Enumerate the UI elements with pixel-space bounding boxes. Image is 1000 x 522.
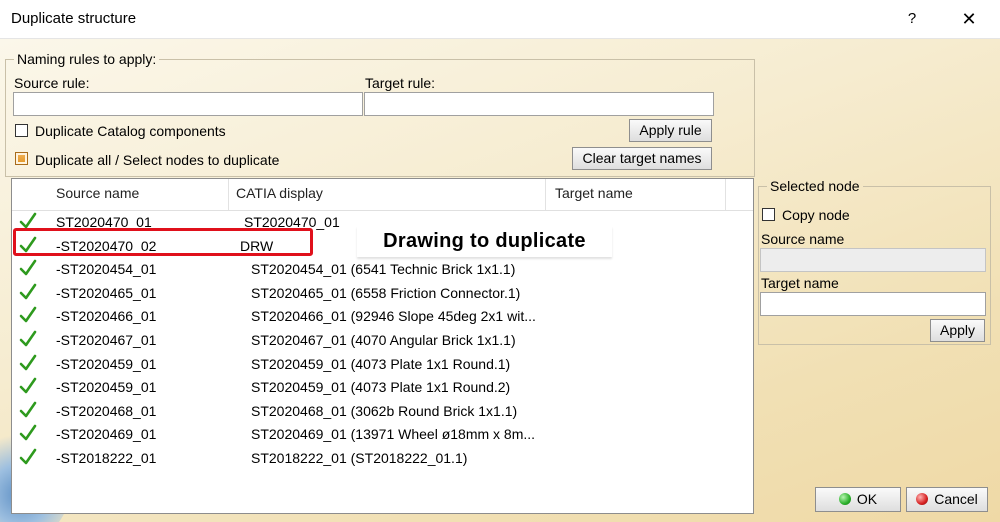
selected-source-name-label: Source name [761,231,845,247]
column-divider[interactable] [545,179,546,210]
catia-display-cell: ST2020454_01 (6541 Technic Brick 1x1.1) [251,261,516,278]
target-rule-label: Target rule: [365,75,436,91]
check-icon [19,283,37,300]
source-name-cell: -ST2020459_01 [56,355,157,372]
duplicate-catalog-label: Duplicate Catalog components [35,123,226,139]
table-row[interactable]: -ST2020459_01 ST2020459_01 (4073 Plate 1x… [12,353,753,377]
apply-rule-button[interactable]: Apply rule [629,119,712,142]
check-icon [19,401,37,418]
naming-rules-legend: Naming rules to apply: [17,51,157,67]
source-name-cell: -ST2020467_01 [56,332,157,348]
catia-display-cell: ST2020466_01 (92946 Slope 45deg 2x1 wit.… [251,308,536,325]
table-row[interactable]: -ST2020468_01 ST2020468_01 (3062b Round B… [12,400,753,424]
check-icon [19,354,37,370]
copy-node-checkbox[interactable] [762,208,775,221]
red-dot-icon [916,493,929,505]
apply-node-button[interactable]: Apply [930,319,985,342]
selected-target-name-label: Target name [761,275,839,291]
source-name-cell: -ST2020469_01 [56,426,157,443]
check-icon [19,330,37,347]
catia-display-cell: ST2020467_01 (4070 Angular Brick 1x1.1) [251,332,516,348]
table-row[interactable]: -ST2020454_01 ST2020454_01 (6541 Technic … [12,258,753,282]
duplicate-all-checkbox[interactable] [15,152,28,165]
table-row[interactable]: -ST2020469_01 ST2020469_01 (13971 Wheel ø… [12,423,753,447]
target-rule-input[interactable] [364,92,714,116]
table-row[interactable]: -ST2020465_01 ST2020465_01 (6558 Friction… [12,282,753,306]
source-name-cell: -ST2020465_01 [56,284,157,301]
source-name-cell: -ST2020466_01 [56,308,157,325]
selected-target-name-input[interactable] [760,292,986,316]
copy-node-label: Copy node [782,207,850,223]
catia-display-cell: ST2020465_01 (6558 Friction Connector.1) [251,284,521,301]
catia-display-cell: ST2018222_01 (ST2018222_01.1) [251,450,468,466]
cancel-button[interactable]: Cancel [906,487,988,512]
check-icon [19,377,37,394]
ok-button[interactable]: OK [815,487,901,512]
window-title: Duplicate structure [11,10,137,27]
source-rule-input[interactable] [13,92,363,116]
selected-node-legend: Selected node [770,178,860,194]
green-dot-icon [838,493,851,505]
cancel-label: Cancel [934,491,978,507]
list-header: Source name CATIA display Target name [12,179,753,211]
duplicate-all-label: Duplicate all / Select nodes to duplicat… [35,152,280,168]
dialog-body: Naming rules to apply: Source rule: Targ… [0,39,1000,522]
catia-display-cell: ST2020459_01 (4073 Plate 1x1 Round.1) [251,355,511,372]
column-target-name[interactable]: Target name [555,185,633,201]
source-name-cell: -ST2020454_01 [56,261,157,278]
column-catia-display[interactable]: CATIA display [236,185,323,201]
catia-display-cell: ST2020469_01 (13971 Wheel ø18mm x 8m... [251,426,536,443]
catia-display-cell: ST2020459_01 (4073 Plate 1x1 Round.2) [251,379,511,396]
annotation-callout: Drawing to duplicate [357,226,612,257]
drw-highlight-box [13,228,313,256]
source-name-cell: -ST2020459_01 [56,379,157,396]
source-name-cell: -ST2018222_01 [56,450,157,466]
catia-display-cell: ST2020468_01 (3062b Round Brick 1x1.1) [251,402,518,419]
table-row[interactable]: -ST2020466_01 ST2020466_01 (92946 Slope 4… [12,305,753,329]
check-icon [19,307,37,323]
source-rule-label: Source rule: [14,75,90,91]
ok-label: OK [856,491,878,507]
check-icon [19,448,37,465]
check-icon [19,425,37,441]
table-row[interactable]: -ST2020459_01 ST2020459_01 (4073 Plate 1x… [12,376,753,400]
title-bar: Duplicate structure ? ✕ [0,0,1000,39]
help-button[interactable]: ? [898,6,926,32]
column-source-name[interactable]: Source name [56,185,139,201]
source-name-cell: -ST2020468_01 [56,402,157,419]
selected-source-name-field [760,248,986,272]
clear-target-names-button[interactable]: Clear target names [572,147,712,170]
column-divider[interactable] [725,179,726,210]
check-icon [19,259,37,276]
table-row[interactable]: -ST2018222_01 ST2018222_01 (ST2018222_01.… [12,447,753,471]
table-row[interactable]: -ST2020467_01 ST2020467_01 (4070 Angular … [12,329,753,353]
close-button[interactable]: ✕ [953,6,985,32]
column-divider[interactable] [228,179,229,210]
duplicate-catalog-checkbox[interactable] [15,124,28,137]
